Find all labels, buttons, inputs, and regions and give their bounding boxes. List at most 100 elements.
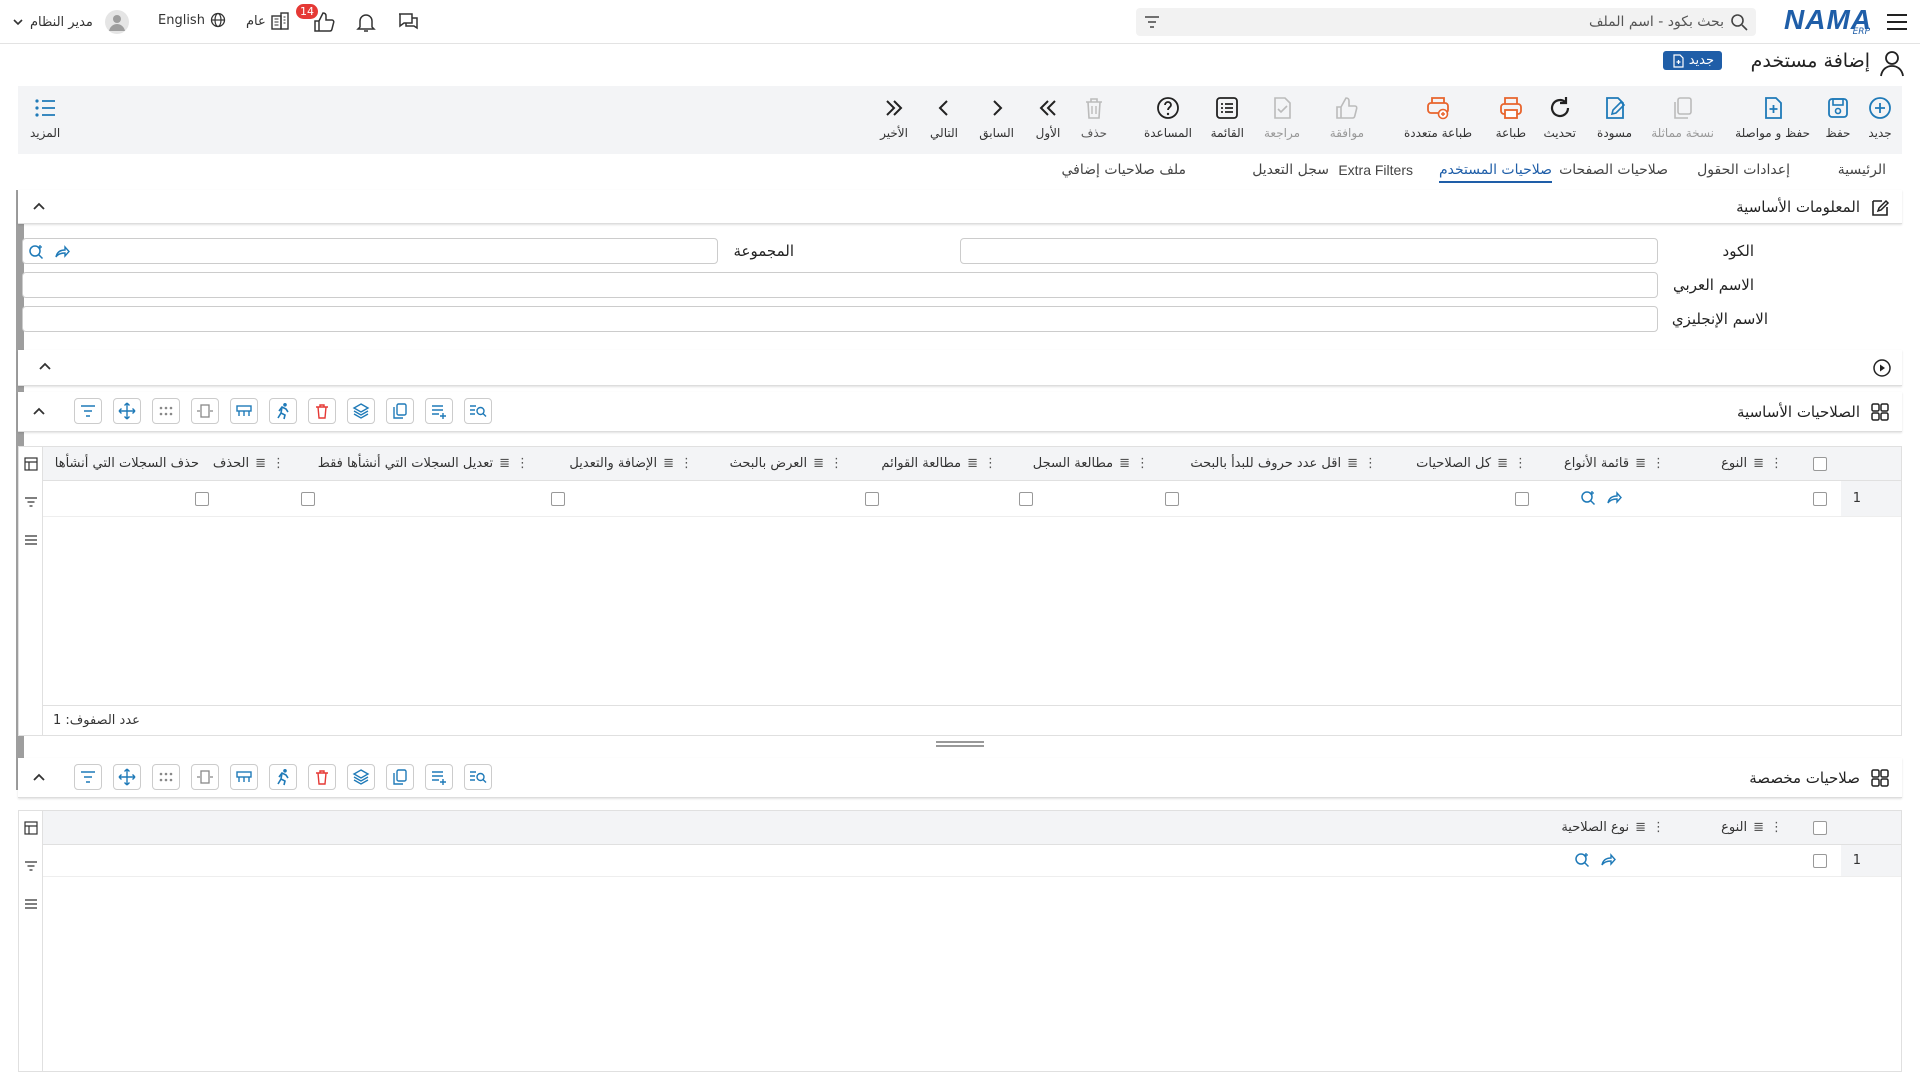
- grid-dots-button[interactable]: [152, 398, 180, 424]
- grid-copy-button[interactable]: [386, 398, 414, 424]
- english-name-input[interactable]: [22, 306, 1658, 332]
- grid-move-button[interactable]: [113, 764, 141, 790]
- column-menu-icon[interactable]: ⋮: [1364, 456, 1377, 471]
- row-select-checkbox[interactable]: [1813, 854, 1827, 868]
- grid-copy-button[interactable]: [386, 764, 414, 790]
- grid-search-button[interactable]: [464, 764, 492, 790]
- basic-info-header[interactable]: المعلومات الأساسية: [18, 190, 1902, 224]
- grid-add-row-button[interactable]: [425, 398, 453, 424]
- grid-delete-button[interactable]: [308, 764, 336, 790]
- chevron-up-icon[interactable]: [30, 403, 48, 421]
- menu-lines-icon[interactable]: [24, 533, 38, 547]
- save-button[interactable]: حفظ: [1824, 94, 1852, 140]
- column-menu-icon[interactable]: ⋮: [1652, 820, 1665, 835]
- arabic-name-input[interactable]: [22, 272, 1658, 298]
- save-continue-button[interactable]: حفظ و مواصلة: [1735, 94, 1810, 140]
- column-filter-icon[interactable]: ≣: [1635, 456, 1646, 471]
- multi-print-button[interactable]: طباعة متعددة: [1404, 94, 1472, 140]
- more-button[interactable]: المزيد: [30, 94, 60, 140]
- grid-add-row-button[interactable]: [425, 764, 453, 790]
- chevron-up-icon[interactable]: [30, 769, 48, 787]
- delete-button[interactable]: حذف: [1080, 94, 1108, 140]
- column-delete[interactable]: الحذف ≣ ⋮: [213, 456, 285, 471]
- tab-edit-log[interactable]: سجل التعديل: [1252, 162, 1329, 178]
- column-filter-icon[interactable]: ≣: [967, 456, 978, 471]
- delete-own-checkbox[interactable]: [195, 492, 209, 506]
- column-type[interactable]: النوع ≣ ⋮: [1721, 820, 1783, 835]
- grid-fit-button[interactable]: [191, 764, 219, 790]
- column-menu-icon[interactable]: ⋮: [516, 456, 529, 471]
- column-type[interactable]: النوع ≣ ⋮: [1721, 456, 1783, 471]
- review-button[interactable]: مراجعة: [1264, 94, 1300, 140]
- open-link-icon[interactable]: [1605, 489, 1623, 507]
- app-logo[interactable]: NAMA ERP: [1784, 4, 1872, 38]
- group-lookup[interactable]: [22, 238, 718, 264]
- column-view-record[interactable]: مطالعة السجل ≣ ⋮: [1033, 456, 1149, 471]
- grid-filter-button[interactable]: [74, 764, 102, 790]
- grid-filter-button[interactable]: [74, 398, 102, 424]
- column-menu-icon[interactable]: ⋮: [1514, 456, 1527, 471]
- tab-field-settings[interactable]: إعدادات الحقول: [1697, 162, 1790, 178]
- column-menu-icon[interactable]: ⋮: [1652, 456, 1665, 471]
- chat-icon[interactable]: [396, 10, 420, 34]
- language-switch[interactable]: English: [158, 12, 226, 28]
- search-bar[interactable]: [1136, 8, 1756, 36]
- column-add-edit[interactable]: الإضافة والتعديل ≣ ⋮: [569, 456, 693, 471]
- grid-table-button[interactable]: [230, 764, 258, 790]
- filter-icon[interactable]: [1144, 14, 1160, 30]
- custom-permissions-header[interactable]: صلاحيات مخصصة: [18, 758, 1902, 798]
- previous-button[interactable]: السابق: [979, 94, 1014, 140]
- branch-switch[interactable]: عام: [246, 11, 290, 31]
- column-all-permissions[interactable]: كل الصلاحيات ≣ ⋮: [1416, 456, 1527, 471]
- column-filter-icon[interactable]: ≣: [255, 456, 266, 471]
- first-button[interactable]: الأول: [1034, 94, 1062, 140]
- list-button[interactable]: القائمة: [1211, 94, 1244, 140]
- column-menu-icon[interactable]: ⋮: [1770, 456, 1783, 471]
- view-record-checkbox[interactable]: [1165, 492, 1179, 506]
- edit-own-checkbox[interactable]: [551, 492, 565, 506]
- column-delete-own[interactable]: حذف السجلات التي أنشأها: [55, 456, 199, 471]
- column-permission-type[interactable]: نوع الصلاحية ≣ ⋮: [1561, 820, 1665, 835]
- column-filter-icon[interactable]: ≣: [1753, 820, 1764, 835]
- column-view-lists[interactable]: مطالعة القوائم ≣ ⋮: [881, 456, 997, 471]
- select-all-checkbox[interactable]: [1813, 821, 1827, 835]
- all-permissions-checkbox[interactable]: [1515, 492, 1529, 506]
- column-menu-icon[interactable]: ⋮: [984, 456, 997, 471]
- tab-page-permissions[interactable]: صلاحيات الصفحات: [1559, 162, 1668, 178]
- column-filter-icon[interactable]: ≣: [813, 456, 824, 471]
- grid-run-button[interactable]: [269, 398, 297, 424]
- filter-lines-icon[interactable]: [24, 859, 38, 873]
- column-edit-own[interactable]: تعديل السجلات التي أنشأها فقط ≣ ⋮: [318, 456, 529, 471]
- column-menu-icon[interactable]: ⋮: [272, 456, 285, 471]
- view-lists-checkbox[interactable]: [1019, 492, 1033, 506]
- chevron-up-icon[interactable]: [30, 198, 48, 216]
- play-circle-icon[interactable]: [1872, 358, 1892, 378]
- user-menu[interactable]: مدير النظام: [12, 8, 129, 36]
- column-filter-icon[interactable]: ≣: [1497, 456, 1508, 471]
- menu-lines-icon[interactable]: [24, 897, 38, 911]
- column-menu-icon[interactable]: ⋮: [680, 456, 693, 471]
- column-filter-icon[interactable]: ≣: [499, 456, 510, 471]
- extra-section-header[interactable]: [18, 350, 1902, 386]
- code-input[interactable]: [960, 238, 1658, 264]
- grid-move-button[interactable]: [113, 398, 141, 424]
- grid-layers-button[interactable]: [347, 764, 375, 790]
- draft-button[interactable]: مسودة: [1597, 94, 1632, 140]
- approve-button[interactable]: موافقة: [1330, 94, 1364, 140]
- filter-lines-icon[interactable]: [24, 495, 38, 509]
- open-link-icon[interactable]: [53, 243, 71, 261]
- table-row[interactable]: 1: [43, 845, 1901, 877]
- menu-icon[interactable]: [1886, 12, 1908, 32]
- grid-run-button[interactable]: [269, 764, 297, 790]
- tab-main[interactable]: الرئيسية: [1838, 162, 1886, 178]
- help-button[interactable]: المساعدة: [1144, 94, 1192, 140]
- lookup-search-icon[interactable]: [1579, 489, 1597, 507]
- search-icon[interactable]: [1730, 13, 1748, 31]
- open-link-icon[interactable]: [1599, 851, 1617, 869]
- column-filter-icon[interactable]: ≣: [1119, 456, 1130, 471]
- chevron-up-icon[interactable]: [36, 358, 54, 376]
- grid-search-button[interactable]: [464, 398, 492, 424]
- bell-icon[interactable]: [354, 10, 378, 34]
- refresh-button[interactable]: تحديث: [1543, 94, 1576, 140]
- grid-table-button[interactable]: [230, 398, 258, 424]
